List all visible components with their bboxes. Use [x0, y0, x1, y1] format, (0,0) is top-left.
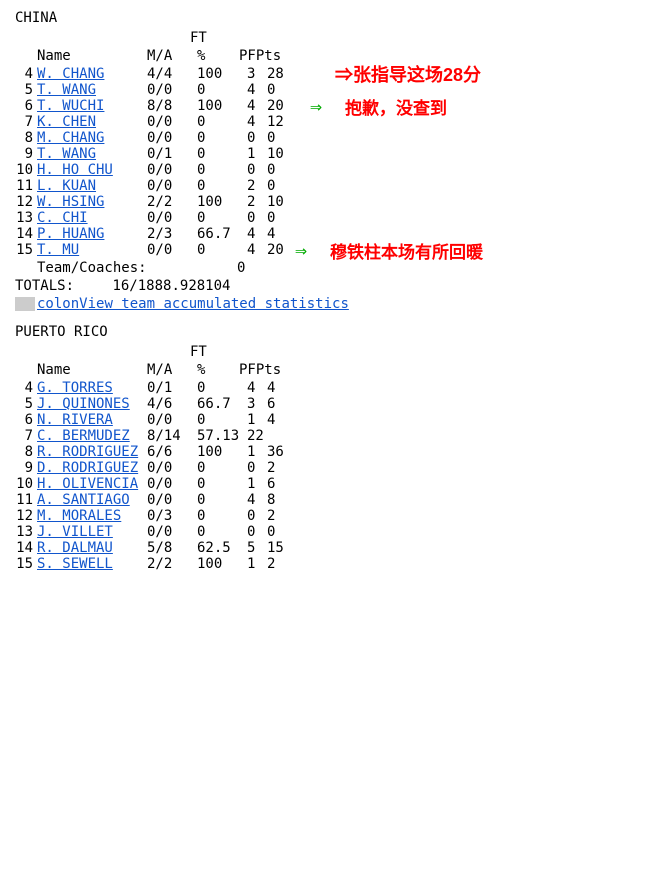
- china-player-5-link: T. WANG: [37, 82, 96, 98]
- china-player-7-link: K. CHEN: [37, 114, 96, 130]
- china-player-12-link: W. HSING: [37, 194, 104, 210]
- pr-player-14-link: R. DALMAU: [37, 540, 113, 556]
- pr-player-10-link: H. OLIVENCIA: [37, 476, 138, 492]
- china-totals: TOTALS: 16/1888.928104: [15, 278, 640, 294]
- pr-player-13-link: J. VILLET: [37, 524, 113, 540]
- china-player-12: 12 W. HSING 2/2 100 2 10: [15, 194, 640, 210]
- pr-player-15-link: S. SEWELL: [37, 556, 113, 572]
- pr-player-6: 6 N. RIVERA 0/0 0 1 4: [15, 412, 640, 428]
- puerto-rico-section: PUERTO RICO FT Name M/A % PFPts 4 G. TOR…: [15, 324, 640, 572]
- china-player-9: 9 T. WANG 0/1 0 1 10: [15, 146, 640, 162]
- china-player-9-link: T. WANG: [37, 146, 96, 162]
- pr-player-8-link: R. RODRIGUEZ: [37, 444, 138, 460]
- pr-player-7: 7 C. BERMUDEZ 8/14 57.13 22: [15, 428, 640, 444]
- page-wrapper: CHINA FT Name M/A % PFPts 4 W. CHANG 4/4…: [15, 10, 640, 572]
- china-ft-header: FT: [190, 30, 640, 46]
- pr-col-headers: Name M/A % PFPts: [37, 362, 640, 378]
- pr-player-6-link: N. RIVERA: [37, 412, 113, 428]
- pr-player-14: 14 R. DALMAU 5/8 62.5 5 15: [15, 540, 640, 556]
- china-player-10: 10 H. HO CHU 0/0 0 0 0: [15, 162, 640, 178]
- pr-player-12: 12 M. MORALES 0/3 0 0 2: [15, 508, 640, 524]
- puerto-rico-title: PUERTO RICO: [15, 324, 640, 340]
- china-player-13: 13 C. CHI 0/0 0 0 0: [15, 210, 640, 226]
- china-team-coaches: Team/Coaches: 0: [15, 260, 640, 276]
- china-player-11: 11 L. KUAN 0/0 0 2 0: [15, 178, 640, 194]
- pr-player-5-link: J. QUINONES: [37, 396, 130, 412]
- china-player-6-link: T. WUCHI: [37, 98, 104, 114]
- pr-player-15: 15 S. SEWELL 2/2 100 1 2: [15, 556, 640, 572]
- pr-player-13: 13 J. VILLET 0/0 0 0 0: [15, 524, 640, 540]
- china-player-10-link: H. HO CHU: [37, 162, 113, 178]
- pr-player-10: 10 H. OLIVENCIA 0/0 0 1 6: [15, 476, 640, 492]
- china-player-15-link: T. MU: [37, 242, 79, 258]
- china-player-14: 14 P. HUANG 2/3 66.7 4 4: [15, 226, 640, 242]
- pr-player-7-link: C. BERMUDEZ: [37, 428, 130, 444]
- china-player-13-link: C. CHI: [37, 210, 88, 226]
- pr-player-5: 5 J. QUINONES 4/6 66.7 3 6: [15, 396, 640, 412]
- pr-player-11-link: A. SANTIAGO: [37, 492, 130, 508]
- pr-player-4: 4 G. TORRES 0/1 0 4 4: [15, 380, 640, 396]
- pr-player-8: 8 R. RODRIGUEZ 6/6 100 1 36: [15, 444, 640, 460]
- china-player-14-link: P. HUANG: [37, 226, 104, 242]
- china-player-8: 8 M. CHANG 0/0 0 0 0: [15, 130, 640, 146]
- annotation-mu: 穆铁柱本场有所回暖: [330, 238, 483, 263]
- china-player-5: 5 T. WANG 0/0 0 4 0: [15, 82, 640, 98]
- pr-player-11: 11 A. SANTIAGO 0/0 0 4 8: [15, 492, 640, 508]
- china-player-8-link: M. CHANG: [37, 130, 104, 146]
- china-team-link: colonView team accumulated statistics: [15, 296, 640, 312]
- china-player-15: 15 T. MU 0/0 0 4 20 ⇒ 穆铁柱本场有所回暖: [15, 242, 640, 258]
- china-player-4-link: W. CHANG: [37, 66, 104, 82]
- pr-player-12-link: M. MORALES: [37, 508, 121, 524]
- china-player-4: 4 W. CHANG 4/4 100 3 28 ⇒张指导这场28分: [15, 66, 640, 82]
- pr-player-9: 9 D. RODRIGUEZ 0/0 0 0 2: [15, 460, 640, 476]
- china-title: CHINA: [15, 10, 640, 26]
- pr-player-9-link: D. RODRIGUEZ: [37, 460, 138, 476]
- china-player-6: 6 T. WUCHI 8/8 100 4 20 ⇒ 抱歉，没查到: [15, 98, 640, 114]
- flag-icon: [15, 297, 35, 311]
- china-accumulated-stats-link[interactable]: colonView team accumulated statistics: [37, 296, 349, 312]
- china-player-11-link: L. KUAN: [37, 178, 96, 194]
- arrow-mu: ⇒: [295, 238, 307, 262]
- pr-ft-header: FT: [190, 344, 640, 360]
- china-section: CHINA FT Name M/A % PFPts 4 W. CHANG 4/4…: [15, 10, 640, 312]
- china-player-7: 7 K. CHEN 0/0 0 4 12: [15, 114, 640, 130]
- pr-player-4-link: G. TORRES: [37, 380, 113, 396]
